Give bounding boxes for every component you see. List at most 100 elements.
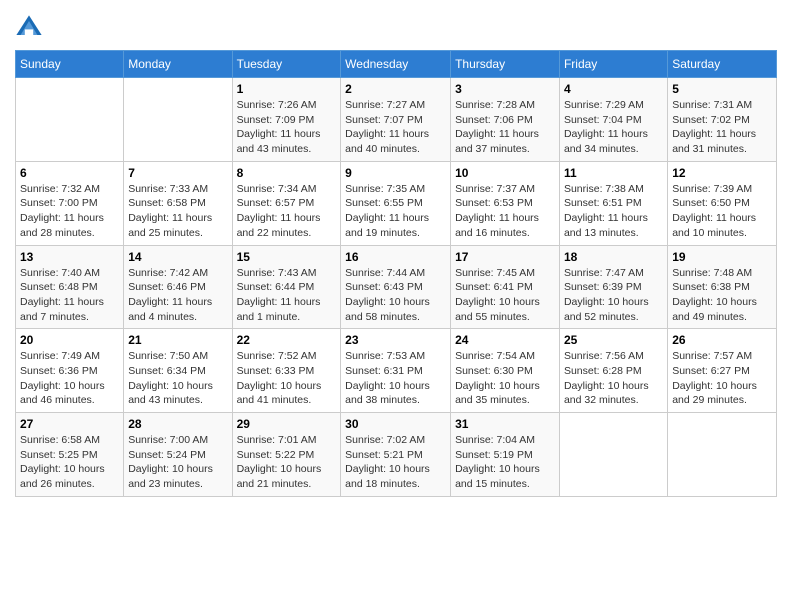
day-number: 31	[455, 417, 555, 431]
day-number: 4	[564, 82, 663, 96]
day-number: 2	[345, 82, 446, 96]
day-info: Sunrise: 7:01 AMSunset: 5:22 PMDaylight:…	[237, 433, 337, 492]
day-number: 30	[345, 417, 446, 431]
calendar-cell: 31 Sunrise: 7:04 AMSunset: 5:19 PMDayligh…	[451, 413, 560, 497]
day-info: Sunrise: 7:28 AMSunset: 7:06 PMDaylight:…	[455, 98, 555, 157]
calendar-cell: 17 Sunrise: 7:45 AMSunset: 6:41 PMDayligh…	[451, 245, 560, 329]
weekday-header-sunday: Sunday	[16, 51, 124, 78]
day-number: 6	[20, 166, 119, 180]
calendar-cell	[559, 413, 667, 497]
day-number: 3	[455, 82, 555, 96]
weekday-header-thursday: Thursday	[451, 51, 560, 78]
day-info: Sunrise: 7:40 AMSunset: 6:48 PMDaylight:…	[20, 266, 119, 325]
day-number: 22	[237, 333, 337, 347]
day-info: Sunrise: 7:29 AMSunset: 7:04 PMDaylight:…	[564, 98, 663, 157]
day-info: Sunrise: 7:39 AMSunset: 6:50 PMDaylight:…	[672, 182, 772, 241]
calendar-week-5: 27Sunrise: 6:58 AMSunset: 5:25 PMDayligh…	[16, 413, 777, 497]
calendar-cell: 29 Sunrise: 7:01 AMSunset: 5:22 PMDayligh…	[232, 413, 341, 497]
weekday-row: SundayMondayTuesdayWednesdayThursdayFrid…	[16, 51, 777, 78]
calendar-cell: 22 Sunrise: 7:52 AMSunset: 6:33 PMDayligh…	[232, 329, 341, 413]
day-info: Sunrise: 7:26 AMSunset: 7:09 PMDaylight:…	[237, 98, 337, 157]
day-number: 8	[237, 166, 337, 180]
calendar-cell: 6Sunrise: 7:32 AMSunset: 7:00 PMDaylight…	[16, 161, 124, 245]
day-info: Sunrise: 7:53 AMSunset: 6:31 PMDaylight:…	[345, 349, 446, 408]
day-info: Sunrise: 7:45 AMSunset: 6:41 PMDaylight:…	[455, 266, 555, 325]
calendar-week-2: 6Sunrise: 7:32 AMSunset: 7:00 PMDaylight…	[16, 161, 777, 245]
day-number: 12	[672, 166, 772, 180]
day-number: 24	[455, 333, 555, 347]
calendar-cell: 13Sunrise: 7:40 AMSunset: 6:48 PMDayligh…	[16, 245, 124, 329]
calendar-cell: 12 Sunrise: 7:39 AMSunset: 6:50 PMDayligh…	[668, 161, 777, 245]
calendar-cell: 5 Sunrise: 7:31 AMSunset: 7:02 PMDaylight…	[668, 78, 777, 162]
calendar-cell: 19Sunrise: 7:48 AMSunset: 6:38 PMDayligh…	[668, 245, 777, 329]
calendar-cell: 2Sunrise: 7:27 AMSunset: 7:07 PMDaylight…	[341, 78, 451, 162]
calendar-cell: 23 Sunrise: 7:53 AMSunset: 6:31 PMDayligh…	[341, 329, 451, 413]
calendar-cell: 8 Sunrise: 7:34 AMSunset: 6:57 PMDaylight…	[232, 161, 341, 245]
calendar-body: 1 Sunrise: 7:26 AMSunset: 7:09 PMDaylight…	[16, 78, 777, 497]
day-info: Sunrise: 7:52 AMSunset: 6:33 PMDaylight:…	[237, 349, 337, 408]
day-info: Sunrise: 7:54 AMSunset: 6:30 PMDaylight:…	[455, 349, 555, 408]
day-info: Sunrise: 7:33 AMSunset: 6:58 PMDaylight:…	[128, 182, 227, 241]
calendar-week-4: 20 Sunrise: 7:49 AMSunset: 6:36 PMDayligh…	[16, 329, 777, 413]
calendar-header: SundayMondayTuesdayWednesdayThursdayFrid…	[16, 51, 777, 78]
day-info: Sunrise: 7:50 AMSunset: 6:34 PMDaylight:…	[128, 349, 227, 408]
day-info: Sunrise: 7:47 AMSunset: 6:39 PMDaylight:…	[564, 266, 663, 325]
day-info: Sunrise: 7:44 AMSunset: 6:43 PMDaylight:…	[345, 266, 446, 325]
calendar-cell: 30 Sunrise: 7:02 AMSunset: 5:21 PMDayligh…	[341, 413, 451, 497]
weekday-header-tuesday: Tuesday	[232, 51, 341, 78]
day-info: Sunrise: 7:04 AMSunset: 5:19 PMDaylight:…	[455, 433, 555, 492]
logo	[15, 14, 47, 42]
day-number: 20	[20, 333, 119, 347]
day-info: Sunrise: 7:43 AMSunset: 6:44 PMDaylight:…	[237, 266, 337, 325]
day-number: 23	[345, 333, 446, 347]
weekday-header-wednesday: Wednesday	[341, 51, 451, 78]
day-number: 9	[345, 166, 446, 180]
calendar-cell: 20 Sunrise: 7:49 AMSunset: 6:36 PMDayligh…	[16, 329, 124, 413]
day-info: Sunrise: 7:56 AMSunset: 6:28 PMDaylight:…	[564, 349, 663, 408]
weekday-header-saturday: Saturday	[668, 51, 777, 78]
day-info: Sunrise: 7:00 AMSunset: 5:24 PMDaylight:…	[128, 433, 227, 492]
day-number: 17	[455, 250, 555, 264]
day-number: 29	[237, 417, 337, 431]
page-container: SundayMondayTuesdayWednesdayThursdayFrid…	[0, 0, 792, 507]
calendar-week-1: 1 Sunrise: 7:26 AMSunset: 7:09 PMDaylight…	[16, 78, 777, 162]
calendar-cell: 14Sunrise: 7:42 AMSunset: 6:46 PMDayligh…	[124, 245, 232, 329]
day-number: 16	[345, 250, 446, 264]
day-info: Sunrise: 7:34 AMSunset: 6:57 PMDaylight:…	[237, 182, 337, 241]
calendar-cell: 1 Sunrise: 7:26 AMSunset: 7:09 PMDaylight…	[232, 78, 341, 162]
calendar-cell: 10 Sunrise: 7:37 AMSunset: 6:53 PMDayligh…	[451, 161, 560, 245]
calendar-week-3: 13Sunrise: 7:40 AMSunset: 6:48 PMDayligh…	[16, 245, 777, 329]
header	[15, 10, 777, 42]
day-number: 5	[672, 82, 772, 96]
calendar-cell: 21Sunrise: 7:50 AMSunset: 6:34 PMDayligh…	[124, 329, 232, 413]
day-info: Sunrise: 7:02 AMSunset: 5:21 PMDaylight:…	[345, 433, 446, 492]
calendar-cell: 16 Sunrise: 7:44 AMSunset: 6:43 PMDayligh…	[341, 245, 451, 329]
calendar-cell: 28 Sunrise: 7:00 AMSunset: 5:24 PMDayligh…	[124, 413, 232, 497]
calendar-cell	[668, 413, 777, 497]
day-number: 27	[20, 417, 119, 431]
calendar-cell: 9Sunrise: 7:35 AMSunset: 6:55 PMDaylight…	[341, 161, 451, 245]
calendar-cell: 15 Sunrise: 7:43 AMSunset: 6:44 PMDayligh…	[232, 245, 341, 329]
day-info: Sunrise: 7:48 AMSunset: 6:38 PMDaylight:…	[672, 266, 772, 325]
calendar-cell: 18Sunrise: 7:47 AMSunset: 6:39 PMDayligh…	[559, 245, 667, 329]
day-number: 25	[564, 333, 663, 347]
calendar-cell	[16, 78, 124, 162]
day-number: 1	[237, 82, 337, 96]
day-number: 28	[128, 417, 227, 431]
calendar-cell: 7Sunrise: 7:33 AMSunset: 6:58 PMDaylight…	[124, 161, 232, 245]
day-info: Sunrise: 7:49 AMSunset: 6:36 PMDaylight:…	[20, 349, 119, 408]
calendar-cell: 3 Sunrise: 7:28 AMSunset: 7:06 PMDaylight…	[451, 78, 560, 162]
calendar-cell: 25 Sunrise: 7:56 AMSunset: 6:28 PMDayligh…	[559, 329, 667, 413]
day-number: 11	[564, 166, 663, 180]
day-info: Sunrise: 7:42 AMSunset: 6:46 PMDaylight:…	[128, 266, 227, 325]
calendar-cell: 26Sunrise: 7:57 AMSunset: 6:27 PMDayligh…	[668, 329, 777, 413]
day-info: Sunrise: 7:38 AMSunset: 6:51 PMDaylight:…	[564, 182, 663, 241]
calendar-cell: 11 Sunrise: 7:38 AMSunset: 6:51 PMDayligh…	[559, 161, 667, 245]
day-info: Sunrise: 7:37 AMSunset: 6:53 PMDaylight:…	[455, 182, 555, 241]
calendar-cell	[124, 78, 232, 162]
day-info: Sunrise: 7:31 AMSunset: 7:02 PMDaylight:…	[672, 98, 772, 157]
weekday-header-monday: Monday	[124, 51, 232, 78]
logo-icon	[15, 14, 43, 42]
day-number: 10	[455, 166, 555, 180]
day-number: 15	[237, 250, 337, 264]
